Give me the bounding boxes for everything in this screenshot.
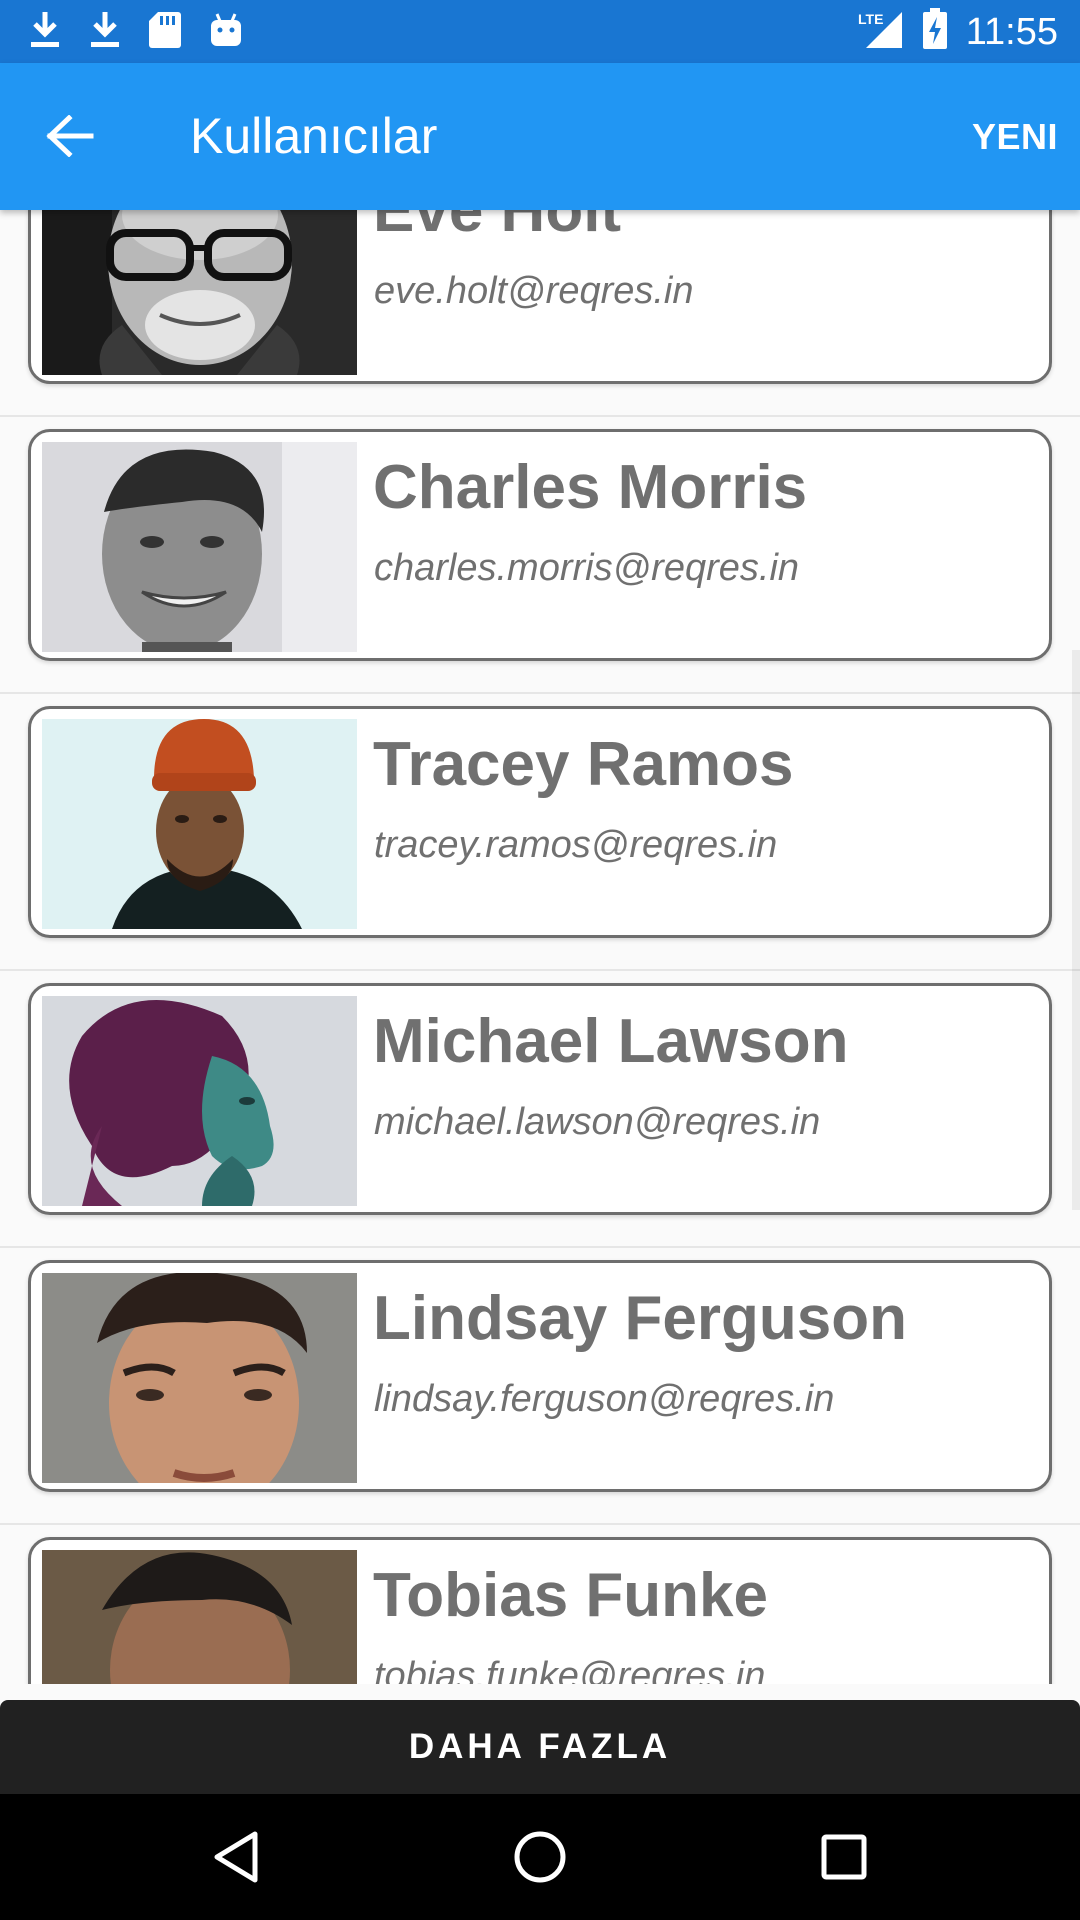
user-card[interactable]: Lindsay Ferguson lindsay.ferguson@reqres… (28, 1260, 1052, 1492)
home-circle-icon (512, 1829, 568, 1890)
user-email: lindsay.ferguson@reqres.in (374, 1378, 835, 1420)
user-name: Eve Holt (373, 210, 622, 245)
android-icon (208, 10, 244, 55)
nav-back-button[interactable] (196, 1819, 276, 1899)
list-item[interactable]: Lindsay Ferguson lindsay.ferguson@reqres… (0, 1248, 1080, 1525)
nav-recents-button[interactable] (804, 1819, 884, 1899)
load-more-button[interactable]: DAHA FAZLA (0, 1700, 1080, 1794)
user-avatar (42, 996, 357, 1206)
download-icon (28, 10, 62, 55)
user-card[interactable]: Tracey Ramos tracey.ramos@reqres.in (28, 706, 1052, 938)
app-bar: Kullanıcılar YENI (0, 63, 1080, 210)
sd-card-icon (148, 10, 182, 55)
user-name: Lindsay Ferguson (373, 1284, 907, 1353)
user-avatar (42, 1273, 357, 1483)
user-name: Charles Morris (373, 453, 808, 522)
list-item[interactable]: Tracey Ramos tracey.ramos@reqres.in (0, 694, 1080, 971)
user-name: Tobias Funke (373, 1561, 769, 1630)
user-avatar (42, 1550, 357, 1684)
user-avatar (42, 719, 357, 929)
notification-icons (28, 10, 244, 55)
recents-square-icon (819, 1832, 869, 1887)
user-name: Michael Lawson (373, 1007, 849, 1076)
battery-charging-icon (922, 8, 948, 55)
back-button[interactable] (30, 103, 110, 173)
list-item[interactable]: Charles Morris charles.morris@reqres.in (0, 417, 1080, 694)
user-email: tobias.funke@reqres.in (374, 1655, 766, 1684)
list-item[interactable]: Michael Lawson michael.lawson@reqres.in (0, 971, 1080, 1248)
back-triangle-icon (211, 1830, 261, 1889)
user-card[interactable]: Charles Morris charles.morris@reqres.in (28, 429, 1052, 661)
user-email: eve.holt@reqres.in (374, 270, 694, 312)
user-card[interactable]: Michael Lawson michael.lawson@reqres.in (28, 983, 1052, 1215)
navigation-bar (0, 1794, 1080, 1920)
scrollbar[interactable] (1072, 650, 1080, 1210)
page-title: Kullanıcılar (190, 108, 438, 164)
lte-signal-icon: LTE (856, 8, 904, 55)
clock: 11:55 (965, 10, 1058, 53)
user-card[interactable]: Eve Holt eve.holt@reqres.in (28, 210, 1052, 384)
user-email: charles.morris@reqres.in (374, 547, 800, 589)
status-bar: LTE 11:55 (0, 0, 1080, 63)
svg-text:LTE: LTE (858, 11, 883, 27)
user-avatar (42, 442, 357, 652)
user-name: Tracey Ramos (373, 730, 794, 799)
user-email: tracey.ramos@reqres.in (374, 824, 778, 866)
system-icons: LTE 11:55 (856, 8, 1058, 55)
list-item[interactable]: Tobias Funke tobias.funke@reqres.in (0, 1525, 1080, 1684)
user-email: michael.lawson@reqres.in (374, 1101, 821, 1143)
arrow-back-icon (46, 113, 94, 162)
list-item[interactable]: Eve Holt eve.holt@reqres.in (0, 210, 1080, 417)
download-icon (88, 10, 122, 55)
nav-home-button[interactable] (500, 1819, 580, 1899)
user-avatar (42, 210, 357, 375)
user-card[interactable]: Tobias Funke tobias.funke@reqres.in (28, 1537, 1052, 1684)
user-list[interactable]: Eve Holt eve.holt@reqres.in Charles Morr… (0, 210, 1080, 1684)
new-user-button[interactable]: YENI (972, 109, 1058, 165)
